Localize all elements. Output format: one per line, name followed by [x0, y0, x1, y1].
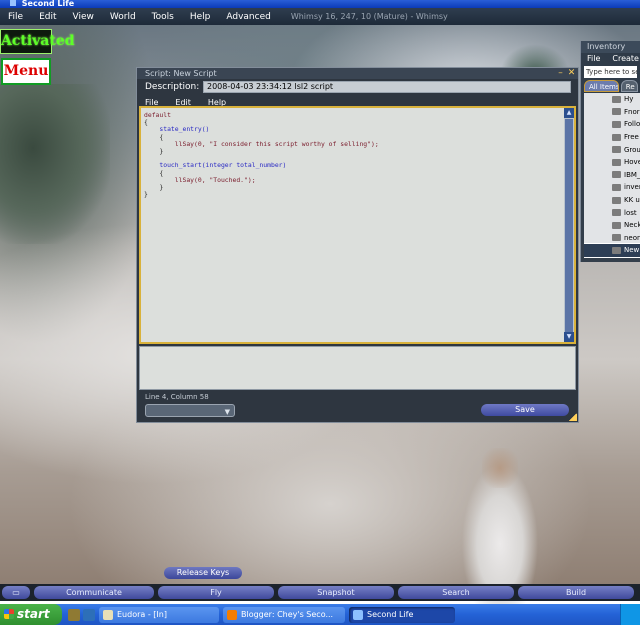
quick-launch-icon[interactable] [83, 608, 95, 621]
system-tray[interactable] [620, 604, 640, 625]
code-line: default [144, 111, 171, 119]
chat-bubble-icon[interactable]: ▭ [2, 586, 30, 599]
taskbar-item-second-life[interactable]: Second Life [349, 606, 455, 623]
windows-logo-icon [4, 609, 14, 619]
release-keys-button[interactable]: Release Keys [164, 567, 242, 579]
inventory-tabs: All Items Re [584, 80, 638, 92]
hud-activated-button[interactable]: Activated [0, 29, 75, 54]
window-title-bar[interactable]: Second Life [0, 0, 640, 8]
inventory-window: Inventory File Create Type here to searc… [580, 41, 640, 262]
code-scrollbar[interactable]: ▲ ▼ [564, 108, 574, 342]
inventory-menu-file[interactable]: File [581, 53, 606, 65]
taskbar-item-eudora[interactable]: Eudora - [In] [99, 606, 219, 623]
description-row: Description: 2008-04-03 23:34:12 lsl2 sc… [137, 80, 578, 94]
eudora-icon [103, 609, 113, 620]
list-item[interactable]: Follo [584, 118, 640, 131]
list-item[interactable]: Hove [584, 156, 640, 169]
menu-view[interactable]: View [65, 12, 102, 22]
build-button[interactable]: Build [518, 586, 634, 599]
scroll-thumb[interactable] [565, 119, 573, 334]
second-life-icon [353, 609, 363, 620]
list-item[interactable]: Fnor [584, 106, 640, 119]
code-line: touch_start(integer total_number) [144, 161, 287, 170]
script-editor-window: Script: New Script – ✕ Description: 2008… [136, 67, 579, 423]
tree-foliage [0, 84, 110, 244]
script-code-editor[interactable]: default { state_entry() { llSay(0, "I co… [139, 106, 576, 344]
item-icon [612, 246, 621, 254]
minimize-icon[interactable]: – [556, 69, 565, 78]
scroll-up-icon[interactable]: ▲ [564, 108, 574, 118]
avatar-hair [482, 448, 518, 488]
communicate-button[interactable]: Communicate [34, 586, 154, 599]
description-label: Description: [145, 82, 200, 92]
sl-bottom-toolbar: ▭ Communicate Fly Snapshot Search Build [0, 584, 640, 601]
menu-advanced[interactable]: Advanced [218, 12, 278, 22]
menu-file[interactable]: File [0, 12, 31, 22]
start-label: start [17, 607, 50, 621]
scroll-down-icon[interactable]: ▼ [564, 332, 574, 342]
description-input[interactable]: 2008-04-03 23:34:12 lsl2 script [203, 81, 571, 93]
blogger-icon [227, 609, 237, 620]
list-item[interactable]: inven [584, 181, 640, 194]
item-icon [612, 158, 621, 166]
list-item[interactable]: Free [584, 131, 640, 144]
list-item[interactable]: KK u [584, 194, 640, 207]
item-icon [612, 108, 621, 116]
item-icon [612, 183, 621, 191]
inventory-list[interactable]: Hy Fnor Follo Free Grou Hove IBM_ inven … [584, 93, 640, 258]
item-icon [612, 234, 621, 242]
window-title: Second Life [21, 0, 75, 8]
search-button[interactable]: Search [398, 586, 514, 599]
save-button[interactable]: Save [481, 404, 569, 416]
script-editor-title: Script: New Script [145, 69, 217, 78]
tab-all-items[interactable]: All Items [584, 80, 619, 92]
item-icon [612, 171, 621, 179]
code-line: } [144, 190, 148, 199]
start-button[interactable]: start [0, 604, 62, 625]
error-output-panel[interactable] [139, 346, 576, 390]
tab-recent[interactable]: Re [620, 80, 638, 92]
cursor-position-status: Line 4, Column 58 [145, 393, 209, 401]
item-icon [612, 209, 621, 217]
menu-edit[interactable]: Edit [31, 12, 64, 22]
list-item[interactable]: Grou [584, 143, 640, 156]
close-icon[interactable]: ✕ [567, 69, 576, 78]
code-line: llSay(0, "I consider this script worthy … [144, 139, 379, 148]
fly-button[interactable]: Fly [158, 586, 274, 599]
quick-launch-icon[interactable] [68, 608, 80, 621]
menu-help[interactable]: Help [182, 12, 219, 22]
item-icon [612, 95, 621, 103]
code-line: } [144, 147, 164, 156]
list-item[interactable]: Hy [584, 93, 640, 106]
list-item-selected[interactable]: New [584, 243, 640, 258]
item-icon [612, 196, 621, 204]
list-item[interactable]: lost [584, 206, 640, 219]
item-icon [612, 221, 621, 229]
list-item[interactable]: neon [584, 232, 640, 245]
inventory-menu: File Create [581, 53, 640, 65]
hud-menu-button[interactable]: Menu [1, 58, 51, 85]
menu-world[interactable]: World [102, 12, 144, 22]
resize-handle-icon[interactable] [569, 413, 577, 421]
app-icon [10, 0, 16, 6]
inventory-menu-create[interactable]: Create [606, 53, 640, 65]
inventory-title[interactable]: Inventory [581, 41, 640, 53]
item-icon [612, 146, 621, 154]
list-item[interactable]: IBM_ [584, 169, 640, 182]
script-editor-title-bar[interactable]: Script: New Script – ✕ [137, 68, 578, 79]
insert-function-dropdown[interactable]: ▼ [145, 404, 235, 417]
chevron-down-icon: ▼ [224, 408, 230, 416]
inventory-search-input[interactable]: Type here to search [584, 66, 637, 78]
location-readout: Whimsy 16, 247, 10 (Mature) - Whimsy [290, 12, 448, 21]
taskbar-item-blogger[interactable]: Blogger: Chey's Seco... [223, 606, 345, 623]
script-code[interactable]: default { state_entry() { llSay(0, "I co… [141, 108, 574, 198]
item-icon [612, 120, 621, 128]
menu-bar: File Edit View World Tools Help Advanced… [0, 8, 640, 25]
list-item[interactable]: Neck [584, 219, 640, 232]
item-icon [612, 133, 621, 141]
quick-launch [68, 608, 95, 621]
menu-tools[interactable]: Tools [144, 12, 182, 22]
windows-taskbar: start Eudora - [In] Blogger: Chey's Seco… [0, 604, 640, 625]
snapshot-button[interactable]: Snapshot [278, 586, 394, 599]
